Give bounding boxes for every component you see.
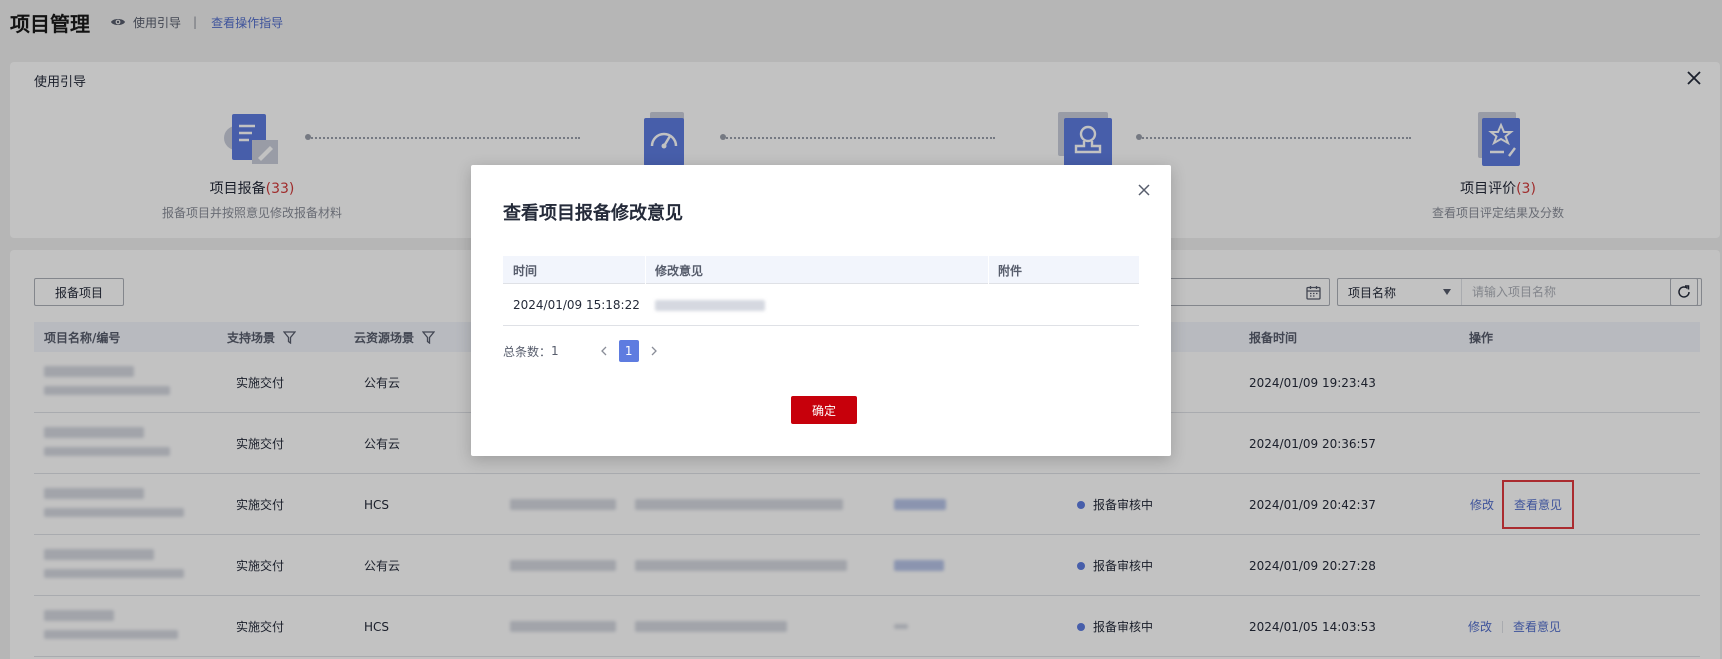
pager-total: 1 — [551, 344, 559, 358]
dialog-title: 查看项目报备修改意见 — [503, 203, 683, 224]
confirm-button[interactable]: 确定 — [791, 396, 857, 424]
opinion-dialog: 查看项目报备修改意见 时间 修改意见 附件 2024/01/09 15:18:2… — [471, 165, 1171, 456]
close-icon[interactable] — [1137, 183, 1151, 197]
redacted-opinion — [655, 300, 765, 311]
pagination: 总条数： 1 1 — [503, 340, 665, 362]
opinion-table-header: 时间 修改意见 附件 — [503, 256, 1139, 284]
chevron-right-icon[interactable] — [647, 344, 661, 358]
opinion-row: 2024/01/09 15:18:22 — [503, 284, 1139, 326]
pager-total-label: 总条数： — [503, 344, 552, 359]
page: 项目管理 使用引导 | 查看操作指导 使用引导 项目报备(33) 报备项目并按照… — [0, 0, 1722, 659]
column-header-opinion: 修改意见 — [655, 263, 704, 278]
column-header-attachment: 附件 — [998, 263, 1023, 278]
opinion-table: 时间 修改意见 附件 2024/01/09 15:18:22 — [503, 256, 1139, 326]
opinion-time: 2024/01/09 15:18:22 — [513, 298, 640, 312]
column-header-time: 时间 — [513, 263, 538, 278]
chevron-left-icon[interactable] — [597, 344, 611, 358]
page-number-current[interactable]: 1 — [618, 340, 639, 362]
